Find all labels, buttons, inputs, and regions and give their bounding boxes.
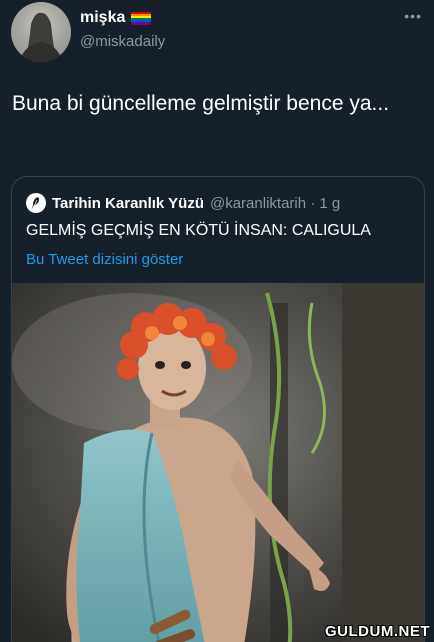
more-horizontal-icon[interactable]: ••• (404, 8, 422, 24)
quoted-handle-time: @karanliktarih · 1 g (209, 194, 341, 212)
author-name-row: mişka (80, 9, 152, 27)
quoted-tweet-card[interactable]: Tarihin Karanlık Yüzü @karanliktarih · 1… (11, 176, 425, 642)
author-handle[interactable]: @miskadaily (80, 33, 165, 50)
quoted-display-name[interactable]: Tarihin Karanlık Yüzü (52, 195, 204, 212)
show-thread-link[interactable]: Bu Tweet dizisini göster (26, 251, 183, 268)
tweet-screenshot: mişka @miskadaily ••• Buna bi güncelleme… (0, 0, 434, 642)
tweet-text: Buna bi güncelleme gelmiştir bence ya... (12, 92, 390, 115)
watermark-logo: GULDUM.NET (325, 623, 430, 640)
rainbow-flag-icon (131, 11, 152, 25)
author-display-name[interactable]: mişka (80, 9, 125, 27)
feather-logo-icon (26, 193, 46, 213)
quoted-tweet-header: Tarihin Karanlık Yüzü @karanliktarih · 1… (26, 193, 340, 213)
quoted-tweet-text: GELMİŞ GEÇMİŞ EN KÖTÜ İNSAN: CALIGULA (26, 222, 371, 239)
caligula-actor-photo[interactable] (12, 283, 424, 642)
author-avatar[interactable] (11, 2, 71, 62)
silhouette-avatar (19, 12, 63, 62)
